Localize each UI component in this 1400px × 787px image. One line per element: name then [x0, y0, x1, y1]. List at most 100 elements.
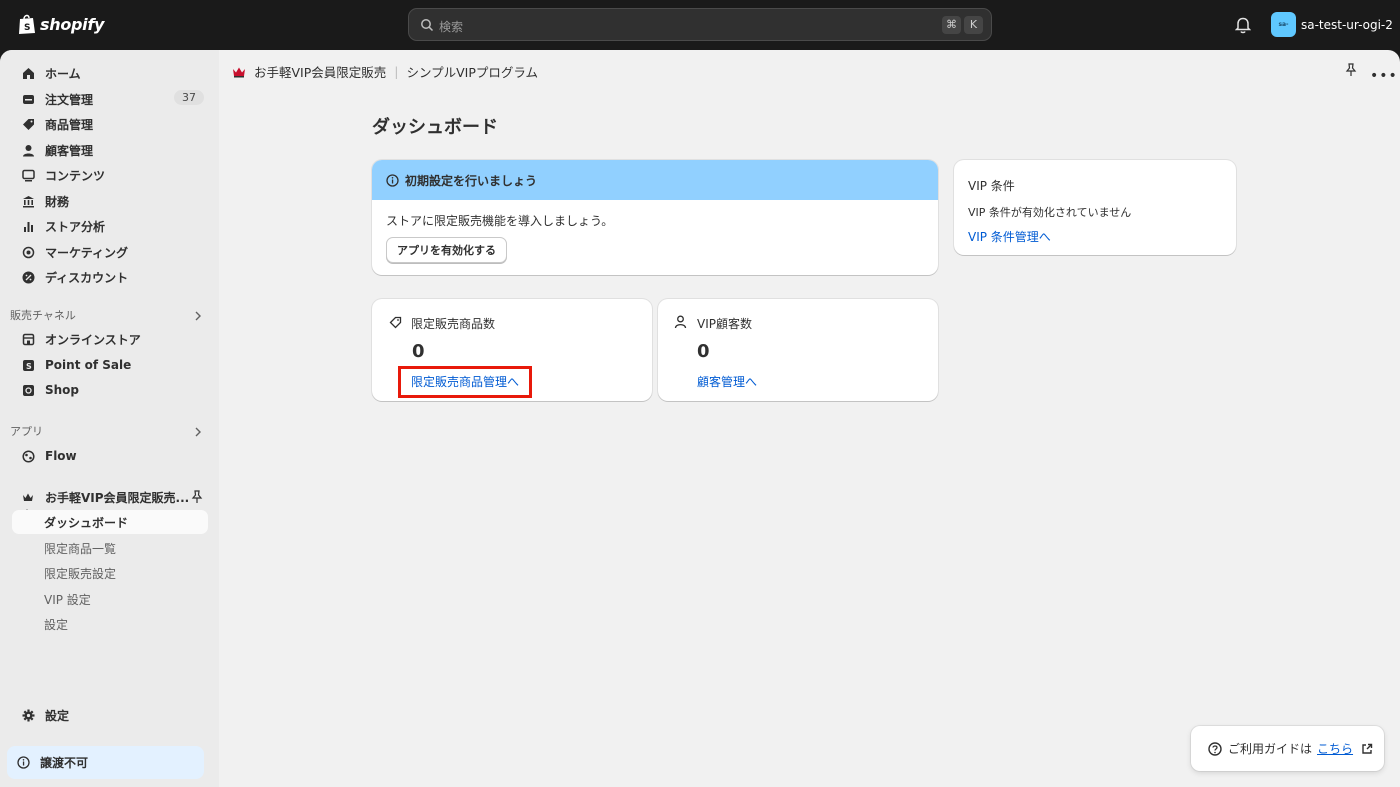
svg-text:S: S — [26, 362, 32, 371]
store-switcher[interactable]: sa- sa-test-ur-ogi-2 — [1271, 12, 1393, 37]
vip-condition-card: VIP 条件 VIP 条件が有効化されていません VIP 条件管理へ — [954, 160, 1236, 255]
non-transferable-label: 譲渡不可 — [40, 756, 89, 770]
home-icon — [21, 66, 35, 80]
tag-icon — [21, 117, 35, 131]
sidebar-item-label: 商品管理 — [45, 117, 94, 132]
sidebar-subitem-limited-sales-settings[interactable]: 限定販売設定 — [12, 561, 208, 585]
vip-customers-label: VIP顧客数 — [697, 317, 752, 331]
sidebar-item-label: お手軽VIP会員限定販売... — [45, 490, 190, 505]
store-name: sa-test-ur-ogi-2 — [1301, 17, 1393, 32]
sidebar-item-shop[interactable]: Shop — [12, 378, 208, 402]
setup-banner-header: 初期設定を行いましょう — [372, 160, 938, 200]
info-icon — [386, 173, 399, 187]
sidebar-item-label: Point of Sale — [45, 358, 132, 372]
flow-icon — [21, 449, 35, 463]
page-title: ダッシュボード — [372, 117, 498, 138]
search-placeholder: 検索 — [439, 20, 464, 34]
bell-icon[interactable] — [1235, 16, 1251, 34]
sidebar-item-customers[interactable]: 顧客管理 — [12, 138, 208, 162]
sidebar-item-orders[interactable]: 注文管理 37 — [12, 87, 208, 111]
setup-banner-title: 初期設定を行いましょう — [405, 173, 538, 188]
analytics-icon — [21, 219, 35, 233]
sidebar-item-label: 財務 — [45, 194, 70, 209]
help-icon — [1208, 741, 1222, 756]
sidebar-item-label: Shop — [45, 383, 80, 397]
sidebar-item-marketing[interactable]: マーケティング — [12, 240, 208, 264]
sidebar-subitem-label: VIP 設定 — [44, 592, 91, 607]
highlight-box — [398, 366, 532, 398]
sidebar-item-pos[interactable]: S Point of Sale — [12, 353, 208, 377]
sidebar-subitem-label: 限定商品一覧 — [44, 541, 117, 556]
sidebar-item-finance[interactable]: 財務 — [12, 189, 208, 213]
sidebar-item-vip-app[interactable]: お手軽VIP会員限定販売... — [12, 485, 208, 509]
setup-banner-body: ストアに限定販売機能を導入しましょう。 — [386, 214, 614, 228]
sidebar-item-label: マーケティング — [45, 245, 129, 260]
sidebar-item-label: ストア分析 — [45, 219, 106, 234]
vip-condition-title: VIP 条件 — [968, 179, 1015, 193]
sidebar-subitem-settings[interactable]: 設定 — [12, 612, 208, 636]
pin-icon[interactable] — [191, 490, 203, 504]
vip-customers-count: 0 — [697, 341, 710, 362]
sidebar-item-home[interactable]: ホーム — [12, 61, 208, 85]
breadcrumb: お手軽VIP会員限定販売 | シンプルVIPプログラム — [232, 62, 538, 81]
content-icon — [21, 168, 35, 182]
sidebar-subitem-limited-products[interactable]: 限定商品一覧 — [12, 536, 208, 560]
help-text: ご利用ガイドは — [1228, 742, 1313, 756]
chevron-right-icon[interactable] — [193, 311, 203, 321]
shopify-bag-icon: S — [19, 14, 35, 34]
avatar: sa- — [1271, 12, 1296, 37]
activate-app-button[interactable]: アプリを有効化する — [386, 237, 507, 263]
top-bar: S shopify 検索 ⌘ K sa- sa-test-ur-ogi-2 — [0, 0, 1400, 50]
sidebar-item-label: Flow — [45, 449, 77, 463]
gear-icon — [21, 708, 35, 722]
person-icon — [21, 143, 35, 157]
external-link-icon[interactable] — [1361, 743, 1373, 755]
shopify-wordmark: shopify — [40, 14, 105, 34]
admin-frame: ホーム 注文管理 37 商品管理 顧客管理 コンテンツ 財務 ストア分析 マーケ… — [0, 50, 1400, 787]
breadcrumb-app-name[interactable]: お手軽VIP会員限定販売 — [254, 62, 386, 81]
help-guide-box: ご利用ガイドは こちら — [1191, 726, 1384, 771]
vip-condition-status: VIP 条件が有効化されていません — [968, 206, 1132, 219]
vip-customers-card: VIP顧客数 0 顧客管理へ — [658, 299, 938, 401]
help-link[interactable]: こちら — [1317, 740, 1353, 757]
sidebar-item-label: コンテンツ — [45, 168, 106, 183]
sidebar-item-content[interactable]: コンテンツ — [12, 163, 208, 187]
sidebar-subitem-dashboard[interactable]: ダッシュボード — [12, 510, 208, 534]
breadcrumb-separator: | — [394, 64, 399, 79]
vip-condition-link[interactable]: VIP 条件管理へ — [968, 228, 1051, 245]
sales-channels-heading: 販売チャネル — [10, 309, 76, 322]
non-transferable-banner[interactable]: 譲渡不可 — [7, 746, 204, 779]
crown-icon — [233, 67, 245, 77]
shortcut-cmd-key: ⌘ — [942, 16, 961, 34]
sidebar-item-analytics[interactable]: ストア分析 — [12, 214, 208, 238]
sidebar-item-settings[interactable]: 設定 — [12, 703, 208, 727]
sidebar-item-products[interactable]: 商品管理 — [12, 112, 208, 136]
sidebar-subitem-vip-settings[interactable]: VIP 設定 — [12, 587, 208, 611]
breadcrumb-page-name: シンプルVIPプログラム — [406, 65, 539, 80]
sidebar-item-label: 注文管理 — [45, 92, 94, 107]
orders-count-badge: 37 — [174, 90, 204, 105]
search-icon — [421, 19, 434, 32]
chevron-right-icon[interactable] — [193, 427, 203, 437]
store-icon — [21, 332, 35, 346]
sidebar-item-discounts[interactable]: ディスカウント — [12, 265, 208, 289]
more-actions-icon[interactable]: ••• — [1370, 68, 1398, 84]
pin-icon[interactable] — [1344, 63, 1358, 77]
sidebar-item-label: ディスカウント — [45, 270, 129, 285]
limited-products-count: 0 — [412, 341, 425, 362]
sidebar-item-label: 顧客管理 — [45, 143, 94, 158]
search-bar[interactable]: 検索 ⌘ K — [408, 8, 992, 41]
sidebar-item-online-store[interactable]: オンラインストア — [12, 327, 208, 351]
sidebar-item-label: 設定 — [45, 708, 70, 723]
sidebar-item-label: オンラインストア — [45, 332, 141, 347]
bank-icon — [21, 194, 35, 208]
pos-icon: S — [21, 358, 35, 372]
setup-banner-card: 初期設定を行いましょう ストアに限定販売機能を導入しましょう。 アプリを有効化す… — [372, 160, 938, 275]
shopify-logo[interactable]: S shopify — [18, 13, 104, 35]
sidebar-item-flow[interactable]: Flow — [12, 444, 208, 468]
vip-customers-link[interactable]: 顧客管理へ — [697, 373, 757, 390]
sidebar: ホーム 注文管理 37 商品管理 顧客管理 コンテンツ 財務 ストア分析 マーケ… — [0, 50, 219, 787]
shop-icon — [21, 383, 35, 397]
sidebar-subitem-label: 設定 — [44, 617, 69, 632]
sidebar-item-label: ホーム — [45, 66, 81, 81]
